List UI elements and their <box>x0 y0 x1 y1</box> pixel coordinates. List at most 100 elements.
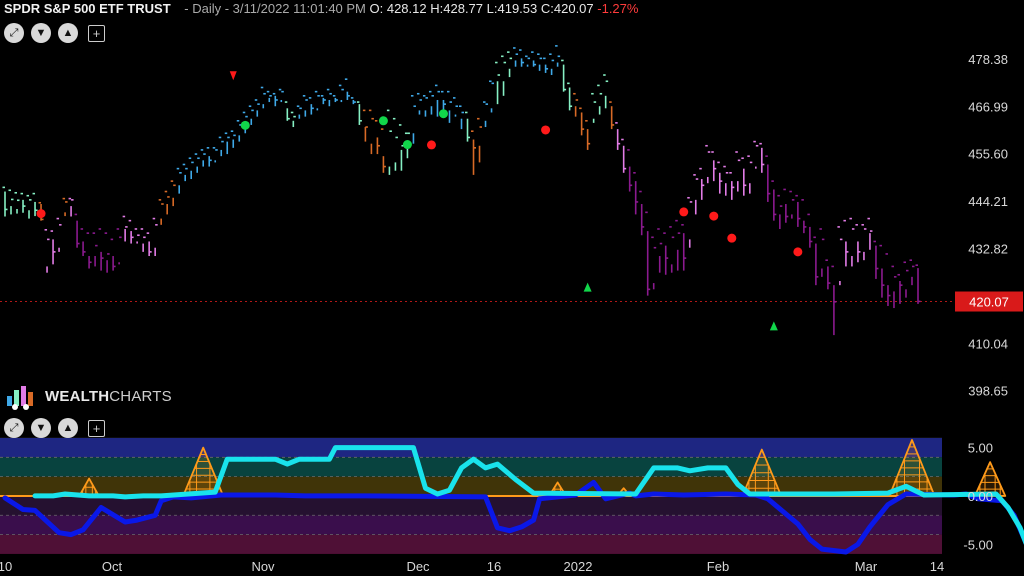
close-value: C:420.07 <box>540 1 594 16</box>
add-icon[interactable]: + <box>88 420 105 437</box>
price-bar <box>873 240 879 279</box>
price-bar <box>543 57 549 73</box>
price-bar <box>104 232 110 273</box>
add-icon[interactable]: + <box>88 25 105 42</box>
price-bar <box>855 224 861 263</box>
buy-dot <box>438 109 448 119</box>
price-bar <box>26 194 32 219</box>
price-bar <box>374 119 380 155</box>
price-bar <box>224 132 230 155</box>
price-bar <box>44 229 50 273</box>
price-bar <box>296 105 302 119</box>
price-bar <box>603 74 609 109</box>
price-bar <box>669 226 675 273</box>
expand-icon[interactable]: ⤢ <box>4 23 24 43</box>
price-bar <box>861 224 867 261</box>
price-bar <box>645 211 651 296</box>
chevron-up-icon[interactable]: ▲ <box>58 23 78 43</box>
price-bars <box>2 45 921 336</box>
price-bar <box>98 228 104 271</box>
x-tick-label: Mar <box>855 559 878 574</box>
price-bar <box>765 155 771 202</box>
price-bar <box>723 165 729 196</box>
price-tick-label: 466.99 <box>968 99 1008 114</box>
price-bar <box>819 228 825 277</box>
price-bar <box>837 226 843 286</box>
price-bar <box>248 105 254 125</box>
price-bar <box>621 138 627 173</box>
high-value: H:428.77 <box>430 1 484 16</box>
price-bar <box>338 84 344 103</box>
change-value: -1.27% <box>597 1 639 16</box>
price-bar <box>320 95 326 105</box>
chevron-up-icon[interactable]: ▲ <box>58 418 78 438</box>
price-bar <box>2 186 8 217</box>
price-bar <box>831 265 837 336</box>
price-bar <box>825 259 831 290</box>
price-bar <box>188 157 194 180</box>
price-bar <box>657 228 663 273</box>
sell-triangle <box>229 71 237 81</box>
price-bar <box>903 261 909 298</box>
x-tick-label: Dec <box>406 559 430 574</box>
price-bar <box>885 253 891 306</box>
price-bar <box>483 101 489 128</box>
price-bar <box>567 82 573 111</box>
x-tick-label: 16 <box>487 559 501 574</box>
price-bar <box>489 80 495 113</box>
price-bar <box>152 217 158 257</box>
x-tick-label: Feb <box>707 559 729 574</box>
price-bar <box>434 84 440 117</box>
chevron-down-icon[interactable]: ▼ <box>31 23 51 43</box>
price-bar <box>254 99 260 117</box>
price-bar <box>284 101 290 121</box>
price-bar <box>356 101 362 125</box>
chart-canvas[interactable]: 478.38 466.99 455.60 444.21 432.82 410.04 398.… <box>0 0 1024 576</box>
price-bar <box>867 217 873 250</box>
price-bar <box>513 47 519 67</box>
price-bar <box>909 259 915 286</box>
price-bar <box>843 219 849 267</box>
price-bar <box>80 228 86 257</box>
price-tick-label: 455.60 <box>968 147 1008 162</box>
price-bar <box>507 51 513 78</box>
price-bar <box>116 228 122 265</box>
price-bar <box>410 95 416 144</box>
price-bar <box>368 109 374 155</box>
x-tick-label: 14 <box>930 559 944 574</box>
price-bar <box>579 107 585 136</box>
price-bar <box>477 117 483 163</box>
price-tick-label: 478.38 <box>968 52 1008 67</box>
sell-dot <box>36 209 46 219</box>
chevron-down-icon[interactable]: ▼ <box>31 418 51 438</box>
price-bar <box>182 163 188 182</box>
price-bar <box>290 111 296 128</box>
expand-icon[interactable]: ⤢ <box>4 418 24 438</box>
price-bar <box>50 230 56 265</box>
price-bar <box>308 97 314 115</box>
price-bar <box>705 144 711 184</box>
price-bar <box>164 190 170 215</box>
price-bar <box>170 180 176 207</box>
signal-markers <box>36 71 803 331</box>
price-bar <box>428 90 434 115</box>
logo-text: WEALTHCHARTS <box>45 387 172 405</box>
price-bar <box>561 59 567 92</box>
price-bar <box>266 90 272 103</box>
buy-triangle <box>583 282 592 292</box>
price-bar <box>422 95 428 117</box>
price-bar <box>699 167 705 200</box>
price-bar <box>332 95 338 103</box>
oscillator-tick-label: 0.00 <box>968 489 993 504</box>
price-bar <box>537 53 543 71</box>
x-tick-label: Oct <box>102 559 123 574</box>
price-bar <box>158 199 164 225</box>
price-bar <box>122 215 128 242</box>
x-tick-label: 10 <box>0 559 12 574</box>
oscillator-tick-label: -5.00 <box>963 537 993 552</box>
price-bar <box>615 122 621 150</box>
price-tick-label: 444.21 <box>968 194 1008 209</box>
price-bar <box>68 197 74 217</box>
sell-dot <box>709 211 719 221</box>
price-bar <box>591 92 597 123</box>
